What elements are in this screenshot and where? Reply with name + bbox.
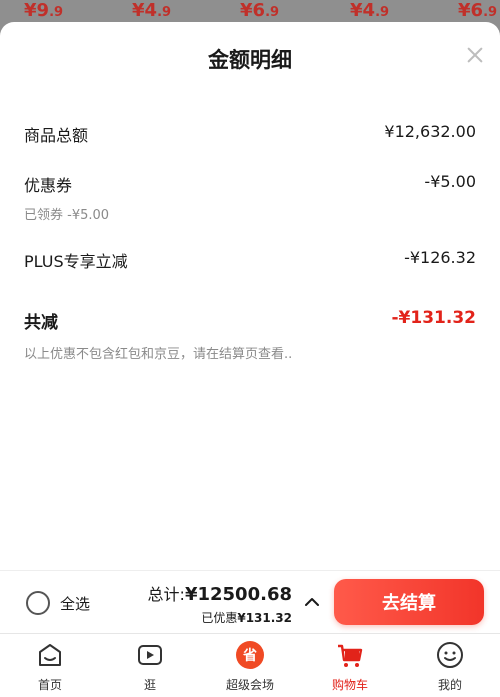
goods-total-label: 商品总额 (24, 126, 89, 145)
discount-note: 以上优惠不包含红包和京豆，请在结算页查看.. (24, 347, 293, 362)
total-amount: ¥12500.68 (184, 584, 292, 605)
background-price: ¥6.9 (458, 0, 498, 21)
smiley-icon (437, 642, 463, 668)
background-price: ¥4.9 (350, 0, 390, 21)
background-price: ¥6.9 (240, 0, 280, 21)
tab-label: 超级会场 (225, 678, 274, 692)
svg-text:省: 省 (242, 647, 257, 664)
background-price: ¥4.9 (132, 0, 172, 21)
tab-mine[interactable]: 我的 (400, 640, 500, 697)
tab-home[interactable]: 首页 (0, 640, 100, 697)
discount-summary: 已优惠¥131.32 (201, 609, 292, 626)
background-price: ¥9.9 (24, 0, 64, 21)
total-reduction-value: -¥131.32 (391, 308, 477, 328)
tab-label: 购物车 (331, 678, 368, 692)
tab-label: 逛 (143, 678, 156, 692)
amount-detail-sheet: 金额明细 商品总额 ¥12,632.00 优惠券 -¥5.00 已领券 -¥5.… (0, 22, 500, 570)
discount-label: 已优惠 (201, 611, 238, 625)
discount-amount: ¥131.32 (237, 611, 292, 625)
super-venue-icon: 省 (236, 641, 264, 669)
plus-discount-value: -¥126.32 (404, 248, 476, 267)
select-all-label[interactable]: 全选 (60, 593, 90, 614)
tab-label: 我的 (437, 678, 462, 692)
select-all-radio[interactable] (26, 591, 50, 615)
tab-super-venue[interactable]: 省 超级会场 (200, 640, 300, 697)
video-play-icon (138, 645, 162, 665)
cart-icon (338, 644, 363, 667)
coupon-label: 优惠券 (24, 176, 73, 195)
tab-cart[interactable]: 购物车 (300, 640, 400, 697)
tab-browse[interactable]: 逛 (100, 640, 200, 697)
plus-discount-label: PLUS专享立减 (24, 252, 128, 271)
bottom-tab-bar: 首页 逛 省 超级会场 购物车 我的 (0, 633, 500, 697)
goods-total-value: ¥12,632.00 (384, 122, 476, 141)
total-reduction-label: 共减 (24, 313, 58, 333)
home-icon (39, 644, 61, 666)
checkout-button[interactable]: 去结算 (334, 579, 484, 625)
coupon-value: -¥5.00 (424, 172, 476, 191)
total-label: 总计: (147, 585, 185, 604)
checkout-bar: 全选 总计:¥12500.68 已优惠¥131.32 去结算 (0, 570, 500, 632)
total-price: 总计:¥12500.68 (148, 581, 292, 605)
tab-label: 首页 (37, 678, 62, 692)
coupon-claimed-note: 已领券 -¥5.00 (24, 208, 110, 223)
chevron-up-icon[interactable] (305, 597, 319, 607)
close-icon[interactable] (466, 46, 484, 64)
sheet-title: 金额明细 (208, 48, 292, 72)
